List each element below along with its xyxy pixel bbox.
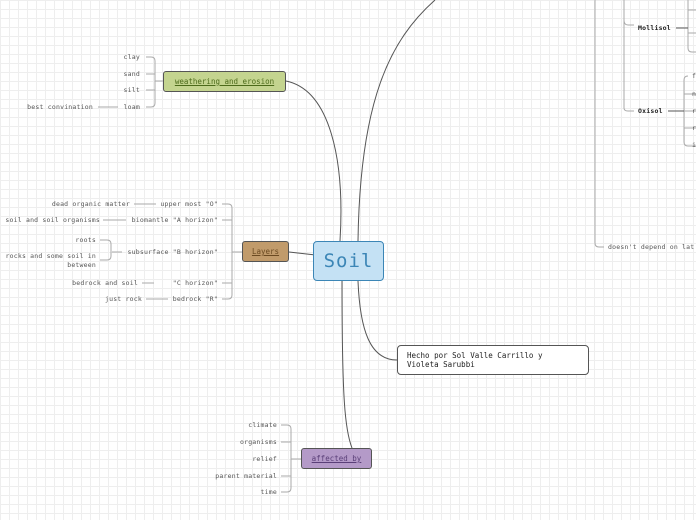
layers-node[interactable]: Layers xyxy=(242,241,289,262)
horizon-c-detail[interactable]: bedrock and soil xyxy=(50,279,138,287)
weathering-erosion-label: weathering and erosion xyxy=(174,77,275,86)
horizon-b[interactable]: subsurface "B horizon" xyxy=(120,248,218,256)
horizon-c[interactable]: "C horizon" xyxy=(150,279,218,287)
horizon-a-detail[interactable]: soil and soil organisms xyxy=(0,216,100,224)
oxisol-item-4[interactable]: r xyxy=(692,124,696,132)
factor-parent-material[interactable]: parent material xyxy=(200,472,277,480)
horizon-o[interactable]: upper most "O" xyxy=(140,200,218,208)
horizon-b-detail-roots[interactable]: roots xyxy=(40,236,96,244)
credit-text: Hecho por Sol Valle Carrillo y Violeta S… xyxy=(407,351,543,369)
soil-type-oxisol[interactable]: Oxisol xyxy=(638,107,663,115)
weathering-item-loam[interactable]: loam xyxy=(100,103,140,111)
soil-type-mollisol[interactable]: Mollisol xyxy=(638,24,671,32)
oxisol-item-5[interactable]: i xyxy=(692,141,696,149)
horizon-r-detail[interactable]: just rock xyxy=(80,295,142,303)
oxisol-item-2[interactable]: n xyxy=(692,90,696,98)
factor-organisms[interactable]: organisms xyxy=(200,438,277,446)
central-topic-label: Soil xyxy=(323,250,374,272)
factor-time[interactable]: time xyxy=(200,488,277,496)
central-topic-soil[interactable]: Soil xyxy=(313,241,384,281)
factor-climate[interactable]: climate xyxy=(200,421,277,429)
horizon-r[interactable]: bedrock "R" xyxy=(160,295,218,303)
oxisol-item-1[interactable]: f xyxy=(692,72,696,80)
factor-relief[interactable]: relief xyxy=(200,455,277,463)
horizon-o-detail[interactable]: dead organic matter xyxy=(20,200,130,208)
horizon-a[interactable]: biomantle "A horizon" xyxy=(120,216,218,224)
weathering-item-silt[interactable]: silt xyxy=(100,86,140,94)
affected-by-label: affected by xyxy=(311,454,362,463)
credit-note[interactable]: Hecho por Sol Valle Carrillo y Violeta S… xyxy=(397,345,589,375)
horizon-b-detail-rocks[interactable]: rocks and some soil in between xyxy=(0,252,96,270)
loam-note[interactable]: best convination xyxy=(10,103,93,111)
latitude-note[interactable]: doesn't depend on lat xyxy=(608,243,694,251)
layers-label: Layers xyxy=(251,247,280,256)
weathering-item-sand[interactable]: sand xyxy=(100,70,140,78)
weathering-erosion-node[interactable]: weathering and erosion xyxy=(163,71,286,92)
oxisol-item-3[interactable]: r xyxy=(692,107,696,115)
weathering-item-clay[interactable]: clay xyxy=(100,53,140,61)
affected-by-node[interactable]: affected by xyxy=(301,448,372,469)
